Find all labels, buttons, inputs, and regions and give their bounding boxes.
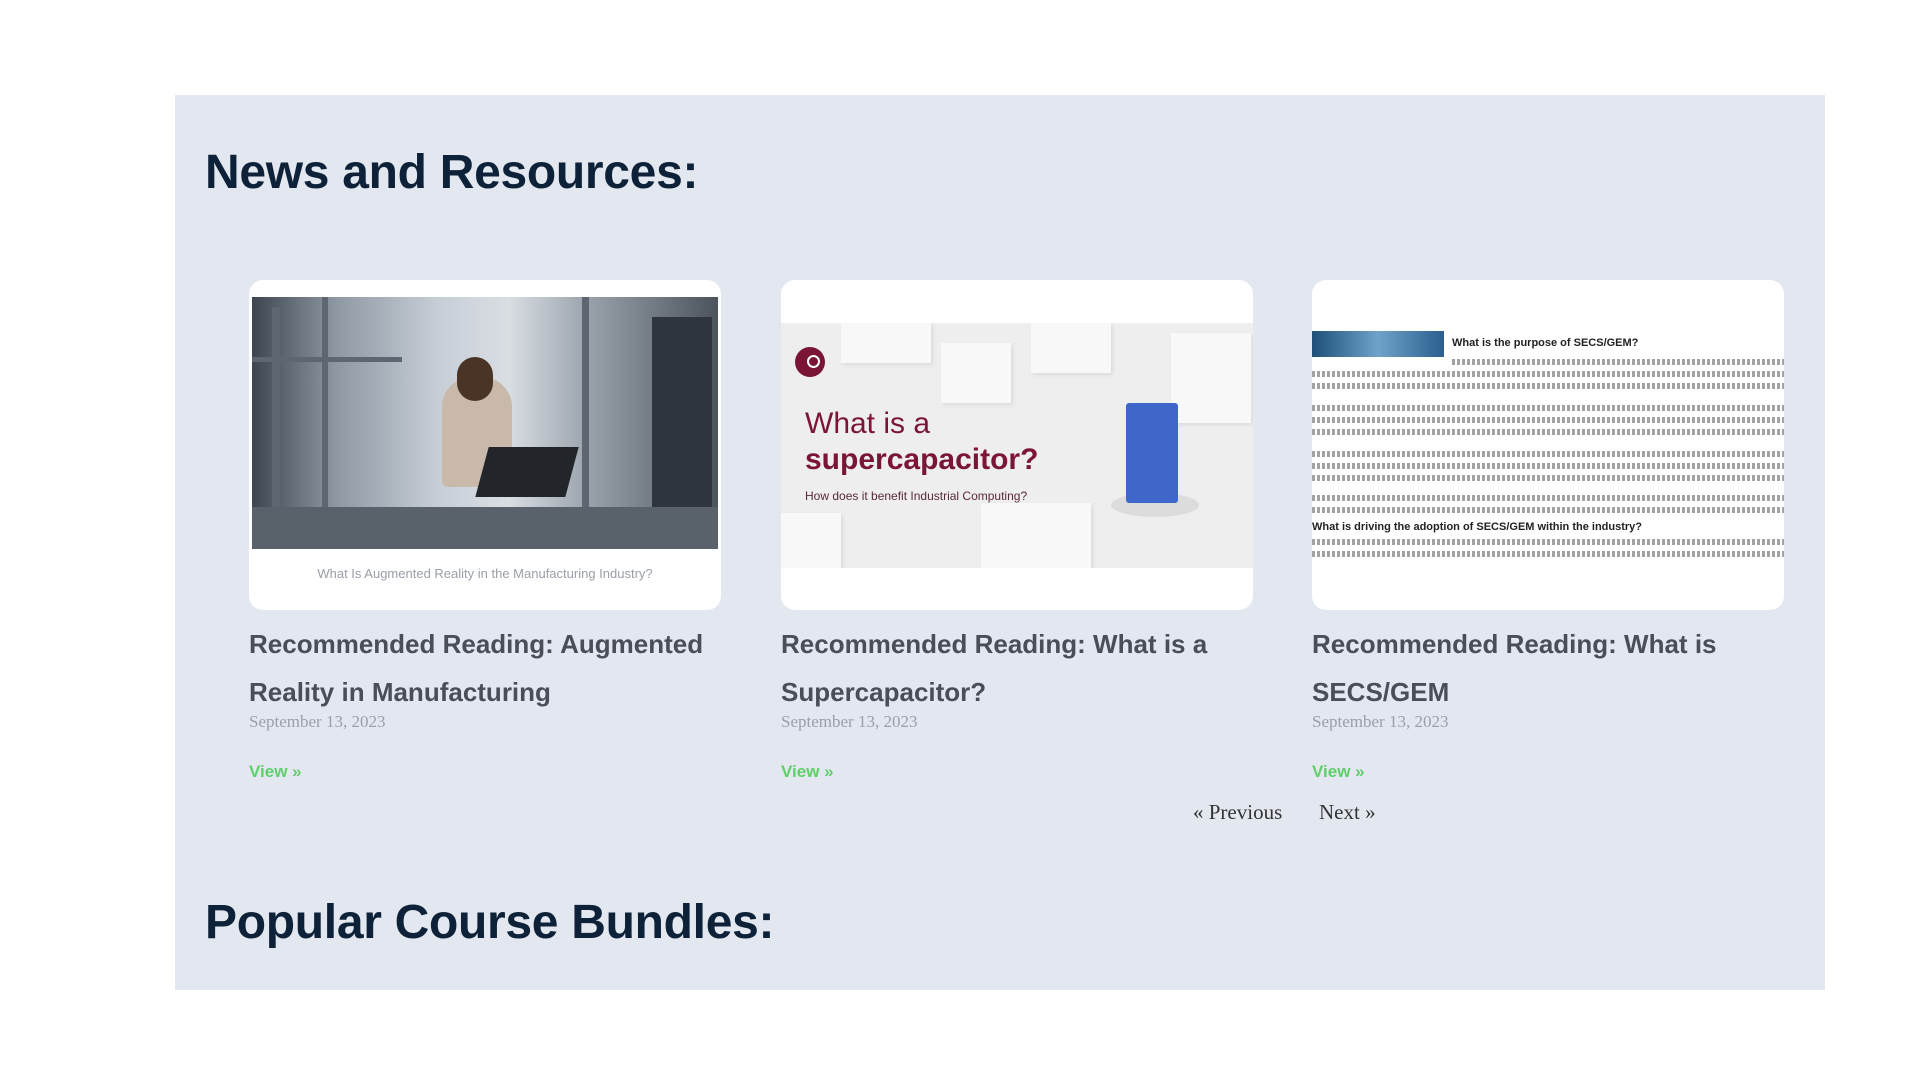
post-title[interactable]: Recommended Reading: Augmented Reality i… [249,620,721,716]
post-card: What is a supercapacitor? How does it be… [781,280,1253,782]
view-link[interactable]: View » [781,762,834,782]
document-heading: What is driving the adoption of SECS/GEM… [1312,521,1642,533]
post-image: What is the purpose of SECS/GEM? What is… [1312,325,1784,560]
post-title[interactable]: Recommended Reading: What is a Supercapa… [781,620,1253,716]
view-link[interactable]: View » [1312,762,1365,782]
next-page-link[interactable]: Next » [1319,800,1376,825]
previous-page-link[interactable]: « Previous [1193,800,1282,825]
view-link[interactable]: View » [249,762,302,782]
thumbnail-text-line1: What is a [805,407,931,440]
device-icon [1126,403,1178,503]
document-heading: What is the purpose of SECS/GEM? [1452,337,1639,349]
document-banner [1312,331,1444,357]
post-thumbnail[interactable]: What is a supercapacitor? How does it be… [781,280,1253,610]
post-image [252,297,718,549]
thumbnail-text-line2: supercapacitor? [805,443,1039,476]
post-card: What is the purpose of SECS/GEM? What is… [1312,280,1784,782]
post-title[interactable]: Recommended Reading: What is SECS/GEM [1312,620,1784,716]
post-image: What is a supercapacitor? How does it be… [781,323,1253,568]
post-thumbnail[interactable]: What is the purpose of SECS/GEM? What is… [1312,280,1784,610]
post-thumbnail[interactable]: What Is Augmented Reality in the Manufac… [249,280,721,610]
news-section: News and Resources: What Is Augmented Re… [175,95,1825,990]
brand-logo-icon [795,347,825,377]
bundles-heading: Popular Course Bundles: [205,896,775,949]
post-date: September 13, 2023 [1312,712,1449,731]
thumbnail-text-line3: How does it benefit Industrial Computing… [805,489,1028,503]
news-heading: News and Resources: [205,146,699,199]
post-card: What Is Augmented Reality in the Manufac… [249,280,721,782]
post-thumbnail-caption: What Is Augmented Reality in the Manufac… [317,566,653,581]
post-date: September 13, 2023 [781,712,918,731]
